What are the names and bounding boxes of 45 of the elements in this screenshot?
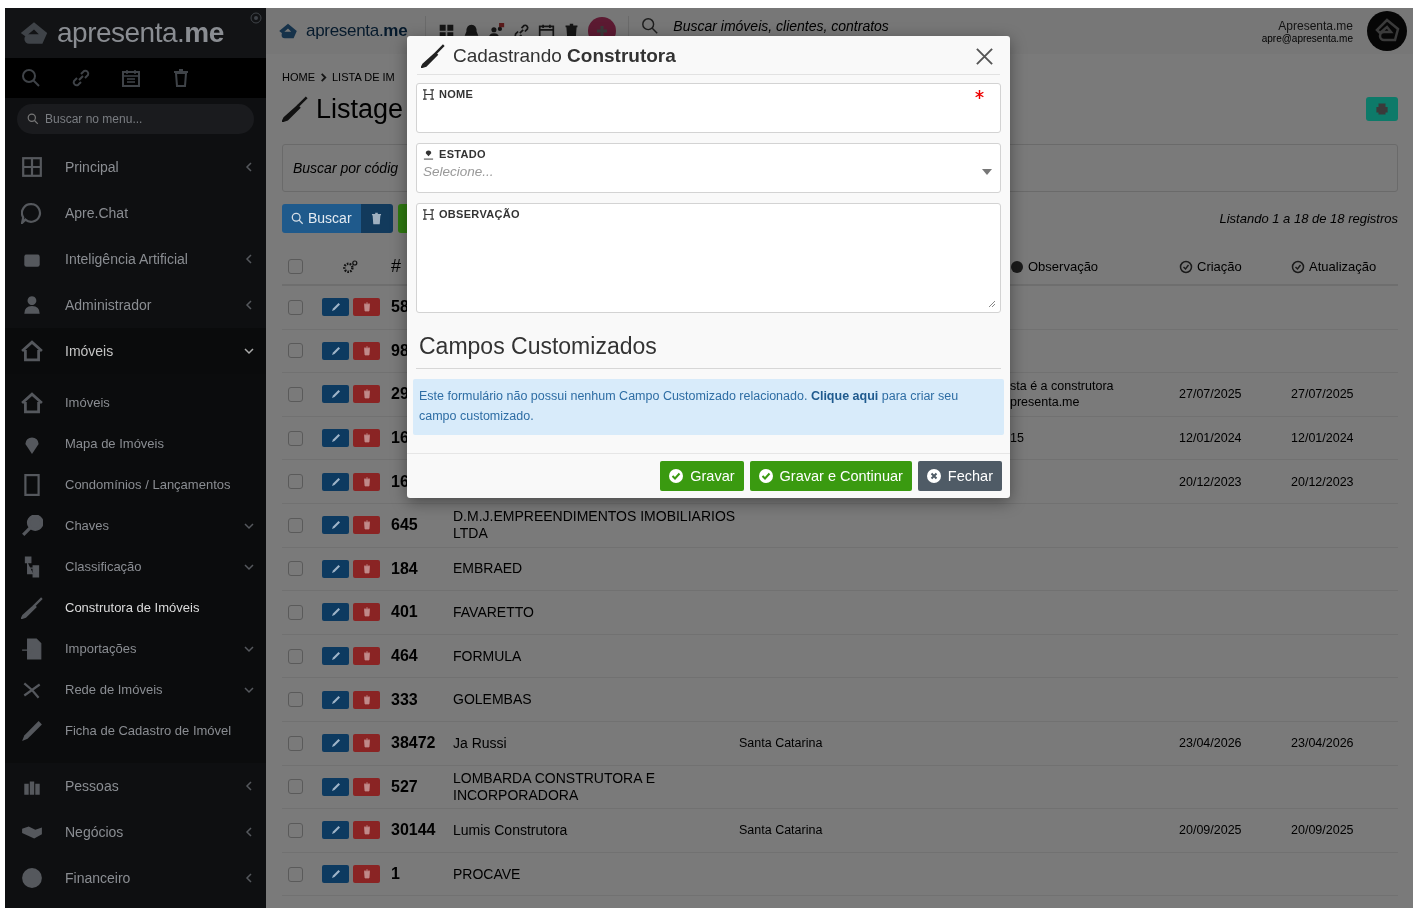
field-label: NOME xyxy=(439,88,475,100)
modal-title: Cadastrando Construtora xyxy=(453,45,677,67)
table-cell: 23/04/2026 xyxy=(1179,735,1242,752)
table-cell: Lumis Construtora xyxy=(453,821,568,839)
table-cell: 27/07/2025 xyxy=(1179,386,1242,403)
logo-text: apresenta.me xyxy=(306,21,408,41)
column-header: # xyxy=(391,256,401,277)
table-cell: 333 xyxy=(391,690,418,709)
table-cell: 20/12/2023 xyxy=(1291,473,1354,490)
table-cell: 401 xyxy=(391,603,418,622)
table-cell: 23/04/2026 xyxy=(1291,735,1354,752)
table-cell: 20/09/2025 xyxy=(1291,822,1354,839)
table-cell: 12/01/2024 xyxy=(1179,430,1242,447)
table-cell: 30144 xyxy=(391,821,436,840)
table-cell: Santa Catarina xyxy=(739,735,823,752)
table-cell: PROCAVE xyxy=(453,865,521,883)
field-label: OBSERVAÇÃO xyxy=(439,208,521,220)
table-cell: 27/07/2025 xyxy=(1291,386,1354,403)
table-cell: 464 xyxy=(391,647,418,666)
record-count: Listando 1 a 18 de 18 registros xyxy=(1219,210,1398,226)
info-message: Este formulário não possui nenhum Campo Customizado relacionado. Clique aqui para criar seu campo customizado. xyxy=(413,379,1004,435)
page-title: Listage xyxy=(316,93,404,125)
field-label: ESTADO xyxy=(439,148,487,160)
table-cell: 20/12/2023 xyxy=(1179,473,1242,490)
table-cell: 1 xyxy=(391,865,400,883)
table-cell: Ja Russi xyxy=(453,734,507,752)
table-cell-text: D.M.J.EMPREENDIMENTOS IMOBILIARIOS LTDA xyxy=(453,508,737,543)
user-name: Apresenta.me xyxy=(1278,18,1353,33)
table-cell-text: sta é a construtora presenta.me xyxy=(1010,378,1115,411)
table-cell: 20/09/2025 xyxy=(1179,822,1242,839)
table-cell: 527 xyxy=(391,777,418,796)
table-cell: FORMULA xyxy=(453,647,522,665)
table-cell-text: LOMBARDA CONSTRUTORA E INCORPORADORA xyxy=(453,769,656,804)
logo-text: apresenta.me xyxy=(57,17,224,49)
table-cell: FAVARETTO xyxy=(453,603,534,621)
table-cell: 184 xyxy=(391,559,418,578)
table-cell: Santa Catarina xyxy=(739,822,823,839)
table-cell: 645 xyxy=(391,516,418,535)
user-email: apre@apresenta.me xyxy=(1261,32,1353,44)
table-cell: 38472 xyxy=(391,734,436,753)
table-cell: 12/01/2024 xyxy=(1291,430,1354,447)
table-cell-text: 15 xyxy=(1010,430,1025,447)
table-cell: GOLEMBAS xyxy=(453,691,532,709)
table-cell: EMBRAED xyxy=(453,560,523,578)
section-title: Campos Customizados xyxy=(416,333,1001,369)
